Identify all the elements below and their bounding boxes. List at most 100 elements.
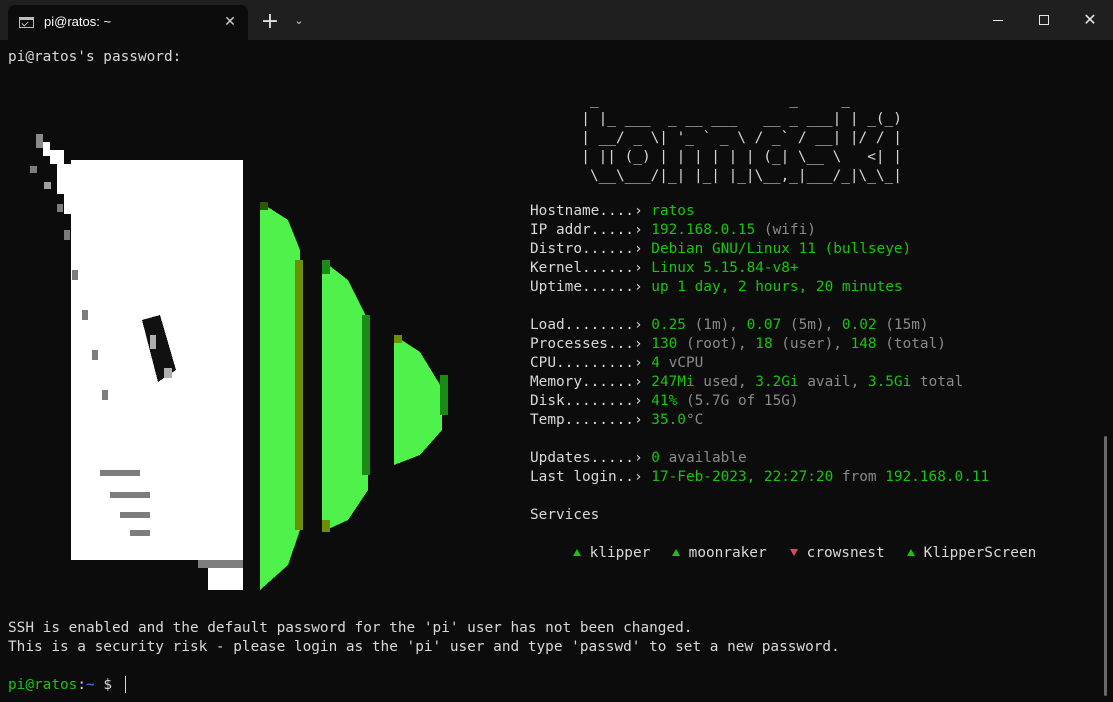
info-label: Hostname....› <box>530 203 652 219</box>
info-row: Disk........› 41% (5.7G of 15G) <box>530 392 963 411</box>
info-value: Debian GNU/Linux 11 (bullseye) <box>651 241 912 257</box>
prompt-colon: : <box>77 677 86 693</box>
info-row: Updates.....› 0 available <box>530 449 989 468</box>
info-value: 247Mi <box>651 374 695 390</box>
info-value: 3.2Gi <box>755 374 799 390</box>
maximize-button[interactable] <box>1021 0 1067 40</box>
info-value: avail, <box>798 374 868 390</box>
text-cursor <box>125 676 126 693</box>
info-label: IP addr.....› <box>530 222 652 238</box>
info-row: Uptime......› up 1 day, 2 hours, 20 minu… <box>530 278 911 297</box>
info-label: Load........› <box>530 317 652 333</box>
info-value: 0 <box>651 450 660 466</box>
tab-terminal[interactable]: pi@ratos: ~ ✕ <box>8 5 248 40</box>
info-row: Load........› 0.25 (1m), 0.07 (5m), 0.02… <box>530 316 963 335</box>
info-value: 192.168.0.11 <box>885 469 990 485</box>
status-up-icon <box>572 548 581 556</box>
info-value: 192.168.0.15 <box>651 222 756 238</box>
info-value: Linux 5.15.84-v8+ <box>651 260 799 276</box>
info-value: 41% <box>651 393 678 409</box>
prompt-symbol: $ <box>94 677 112 693</box>
service-klipperscreen: KlipperScreen <box>872 525 1036 582</box>
info-value: ratos <box>651 203 695 219</box>
info-value: 3.5Gi <box>867 374 912 390</box>
logo-wave-1 <box>260 202 303 590</box>
info-row: Last login..› 17-Feb-2023, 22:27:20 from… <box>530 468 989 487</box>
info-row: Kernel......› Linux 5.15.84-v8+ <box>530 259 911 278</box>
info-value: 130 <box>651 336 678 352</box>
info-value: (user), <box>772 336 851 352</box>
ratos-ascii-banner: _ _ _ | |_ ___ _ __ ___ __ _ ___| | _(_)… <box>581 92 902 184</box>
info-value: total <box>911 374 964 390</box>
info-value: (total) <box>876 336 946 352</box>
logo-wave-2 <box>322 260 370 532</box>
info-row: Hostname....› ratos <box>530 202 911 221</box>
tab-close-button[interactable]: ✕ <box>220 12 240 32</box>
info-value: (15m) <box>876 317 929 333</box>
info-value: (5m), <box>781 317 842 333</box>
status-down-icon <box>789 548 798 556</box>
ssh-warning-line-2: This is a security risk - please login a… <box>8 639 840 655</box>
service-klipper: klipper <box>538 525 650 582</box>
info-label: Memory......› <box>530 374 652 390</box>
prompt-user: pi@ratos <box>8 677 78 693</box>
ssh-warning-line-1: SSH is enabled and the default password … <box>8 620 693 636</box>
info-row: Temp........› 35.0°C <box>530 411 963 430</box>
info-label: Disk........› <box>530 393 652 409</box>
info-row: CPU.........› 4 vCPU <box>530 354 963 373</box>
info-value: (1m), <box>685 317 747 333</box>
info-row: IP addr.....› 192.168.0.15 (wifi) <box>530 221 911 240</box>
new-tab-button[interactable]: + <box>259 11 281 33</box>
info-value: up 1 day, 2 hours, 20 minutes <box>651 279 903 295</box>
info-value: from <box>833 469 886 485</box>
logo-wave-3 <box>394 335 448 465</box>
info-value: used, <box>694 374 756 390</box>
info-value: (root), <box>677 336 756 352</box>
info-row: Memory......› 247Mi used, 3.2Gi avail, 3… <box>530 373 963 392</box>
info-label: Uptime......› <box>530 279 652 295</box>
update-info: Updates.....› 0 available Last login..› 1… <box>530 449 989 487</box>
info-value: 17-Feb-2023, 22:27:20 <box>651 469 834 485</box>
info-row: Distro......› Debian GNU/Linux 11 (bulls… <box>530 240 911 259</box>
ratos-logo <box>30 134 448 590</box>
info-label: Temp........› <box>530 412 652 428</box>
info-row: Processes...› 130 (root), 18 (user), 148… <box>530 335 963 354</box>
info-label: Last login..› <box>530 469 652 485</box>
terminal-icon <box>19 17 34 28</box>
status-up-icon <box>671 548 680 556</box>
info-value: 0.07 <box>746 317 782 333</box>
info-value: 35.0 <box>651 412 686 428</box>
password-prompt: pi@ratos's password: <box>8 49 182 65</box>
system-info: Hostname....› ratos IP addr.....› 192.168… <box>530 202 911 297</box>
close-window-button[interactable]: ✕ <box>1067 0 1113 40</box>
info-value: available <box>659 450 747 466</box>
services-heading: Services <box>530 507 600 523</box>
status-up-icon <box>906 548 915 556</box>
system-stats: Load........› 0.25 (1m), 0.07 (5m), 0.02… <box>530 316 963 430</box>
service-moonraker: moonraker <box>637 525 767 582</box>
tab-dropdown-chevron-icon[interactable]: ⌄ <box>291 13 307 29</box>
info-label: Kernel......› <box>530 260 652 276</box>
service-crowsnest: crowsnest <box>755 525 885 582</box>
info-value: (wifi) <box>755 222 816 238</box>
minimize-icon <box>993 20 1003 21</box>
logo-fin <box>36 134 243 590</box>
info-value: 18 <box>755 336 773 352</box>
info-label: Updates.....› <box>530 450 652 466</box>
prompt-path: ~ <box>85 677 95 693</box>
info-value: °C <box>685 412 704 428</box>
info-value: 0.02 <box>841 317 877 333</box>
maximize-icon <box>1039 15 1049 25</box>
title-bar: pi@ratos: ~ ✕ + ⌄ ✕ <box>0 0 1113 40</box>
shell-prompt[interactable]: pi@ratos:~ $ <box>8 676 112 695</box>
info-value: 148 <box>850 336 877 352</box>
terminal-output[interactable]: pi@ratos's password: _ _ _ | |_ ___ _ __… <box>0 40 1113 702</box>
tab-title: pi@ratos: ~ <box>44 14 112 29</box>
info-value: (5.7G of 15G) <box>677 393 799 409</box>
scrollbar[interactable] <box>1104 436 1107 696</box>
info-label: Processes...› <box>530 336 652 352</box>
info-value: 4 <box>651 355 660 371</box>
minimize-button[interactable] <box>975 0 1021 40</box>
info-label: Distro......› <box>530 241 652 257</box>
info-value: vCPU <box>659 355 704 371</box>
